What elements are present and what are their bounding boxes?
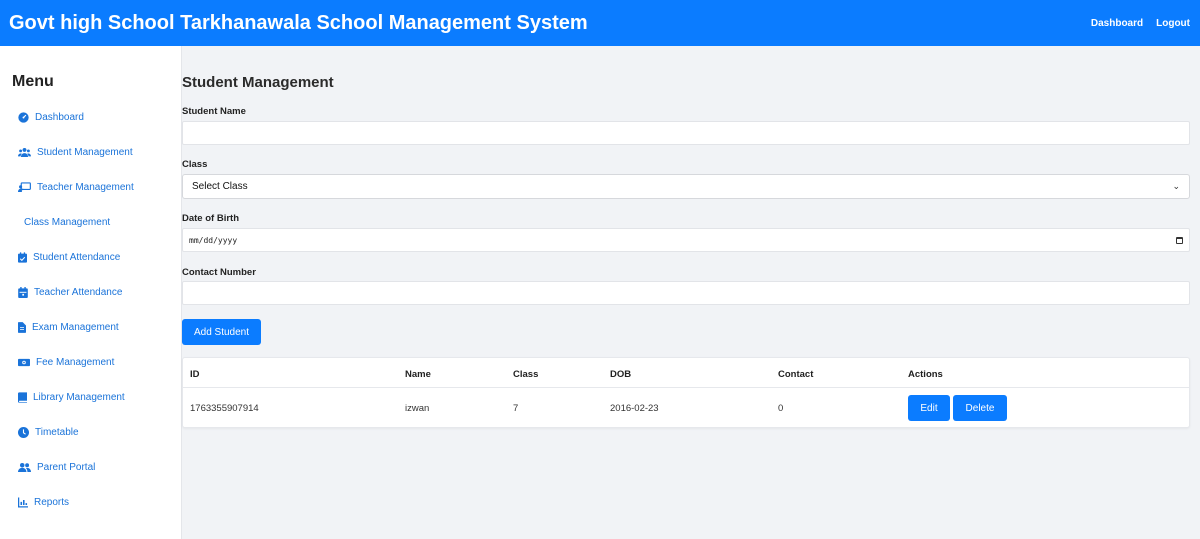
cell-class: 7 bbox=[513, 403, 519, 414]
column-header-contact: Contact bbox=[778, 369, 814, 380]
sidebar-item-label: Timetable bbox=[35, 426, 79, 438]
contact-number-label: Contact Number bbox=[182, 267, 256, 278]
user-group-icon bbox=[18, 462, 31, 473]
sidebar-item-timetable[interactable]: Timetable bbox=[18, 424, 79, 440]
calendar-icon bbox=[18, 286, 28, 298]
sidebar-item-label: Student Attendance bbox=[33, 251, 121, 263]
sidebar-item-teacher-attendance[interactable]: Teacher Attendance bbox=[18, 284, 122, 300]
sidebar-item-label: Teacher Management bbox=[37, 181, 134, 193]
sidebar: Menu Dashboard Student Management Teache… bbox=[0, 46, 182, 539]
column-header-name: Name bbox=[405, 369, 431, 380]
page-title: Student Management bbox=[182, 74, 334, 91]
dob-input[interactable]: mm/dd/yyyy bbox=[182, 228, 1190, 252]
sidebar-item-label: Dashboard bbox=[35, 111, 84, 123]
student-name-input[interactable] bbox=[182, 121, 1190, 145]
delete-button[interactable]: Delete bbox=[953, 395, 1007, 421]
sidebar-item-dashboard[interactable]: Dashboard bbox=[18, 109, 84, 125]
calendar-check-icon bbox=[18, 251, 27, 263]
sidebar-item-teacher-management[interactable]: Teacher Management bbox=[18, 179, 134, 195]
sidebar-item-reports[interactable]: Reports bbox=[18, 494, 69, 510]
dob-label: Date of Birth bbox=[182, 213, 239, 224]
money-icon bbox=[18, 357, 30, 368]
class-select[interactable]: Select Class ⌄ bbox=[182, 174, 1190, 199]
sidebar-title: Menu bbox=[12, 73, 54, 90]
nav-logout-link[interactable]: Logout bbox=[1156, 18, 1190, 29]
sidebar-item-label: Parent Portal bbox=[37, 461, 96, 473]
nav-dashboard-link[interactable]: Dashboard bbox=[1091, 18, 1143, 29]
add-student-button[interactable]: Add Student bbox=[182, 319, 261, 345]
app-title: Govt high School Tarkhanawala School Man… bbox=[9, 11, 588, 34]
sidebar-item-parent-portal[interactable]: Parent Portal bbox=[18, 459, 95, 475]
calendar-picker-icon[interactable] bbox=[1176, 236, 1183, 244]
chalkboard-teacher-icon bbox=[18, 181, 31, 193]
column-header-actions: Actions bbox=[908, 369, 943, 380]
chart-icon bbox=[18, 497, 28, 508]
dob-placeholder: mm/dd/yyyy bbox=[189, 235, 238, 245]
column-header-id: ID bbox=[190, 369, 200, 380]
sidebar-item-label: Student Management bbox=[37, 146, 133, 158]
book-icon bbox=[18, 391, 27, 403]
column-header-class: Class bbox=[513, 369, 539, 380]
table-header: ID Name Class DOB Contact Actions bbox=[183, 358, 1189, 388]
sidebar-item-label: Teacher Attendance bbox=[34, 286, 123, 298]
chevron-down-icon: ⌄ bbox=[1172, 181, 1180, 191]
sidebar-item-student-management[interactable]: Student Management bbox=[18, 144, 133, 160]
students-table: ID Name Class DOB Contact Actions 176335… bbox=[182, 357, 1190, 428]
contact-number-input[interactable] bbox=[182, 281, 1190, 305]
cell-dob: 2016-02-23 bbox=[610, 403, 659, 414]
main-content: Student Management Student Name Class Se… bbox=[182, 46, 1200, 539]
table-row: 1763355907914 izwan 7 2016-02-23 0 Edit … bbox=[183, 389, 1189, 429]
sidebar-item-label: Reports bbox=[34, 496, 70, 508]
users-icon bbox=[18, 147, 31, 158]
class-label: Class bbox=[182, 159, 208, 170]
sidebar-item-exam-management[interactable]: Exam Management bbox=[18, 319, 119, 335]
sidebar-item-student-attendance[interactable]: Student Attendance bbox=[18, 249, 120, 265]
top-navbar: Govt high School Tarkhanawala School Man… bbox=[0, 0, 1200, 46]
sidebar-item-label: Library Management bbox=[33, 391, 125, 403]
file-icon bbox=[18, 321, 26, 333]
sidebar-item-label: Class Management bbox=[24, 216, 111, 228]
sidebar-item-fee-management[interactable]: Fee Management bbox=[18, 354, 114, 370]
clock-icon bbox=[18, 426, 29, 438]
cell-name: izwan bbox=[405, 403, 430, 414]
sidebar-item-label: Exam Management bbox=[32, 321, 119, 333]
column-header-dob: DOB bbox=[610, 369, 632, 380]
sidebar-item-label: Fee Management bbox=[36, 356, 115, 368]
top-nav: Dashboard Logout bbox=[1091, 18, 1190, 29]
dashboard-icon bbox=[18, 111, 29, 123]
sidebar-item-class-management[interactable]: Class Management bbox=[24, 214, 110, 230]
cell-contact: 0 bbox=[778, 403, 784, 414]
edit-button[interactable]: Edit bbox=[908, 395, 950, 421]
class-select-value: Select Class bbox=[192, 181, 248, 192]
sidebar-item-library-management[interactable]: Library Management bbox=[18, 389, 125, 405]
student-name-label: Student Name bbox=[182, 106, 246, 117]
cell-id: 1763355907914 bbox=[190, 403, 259, 414]
